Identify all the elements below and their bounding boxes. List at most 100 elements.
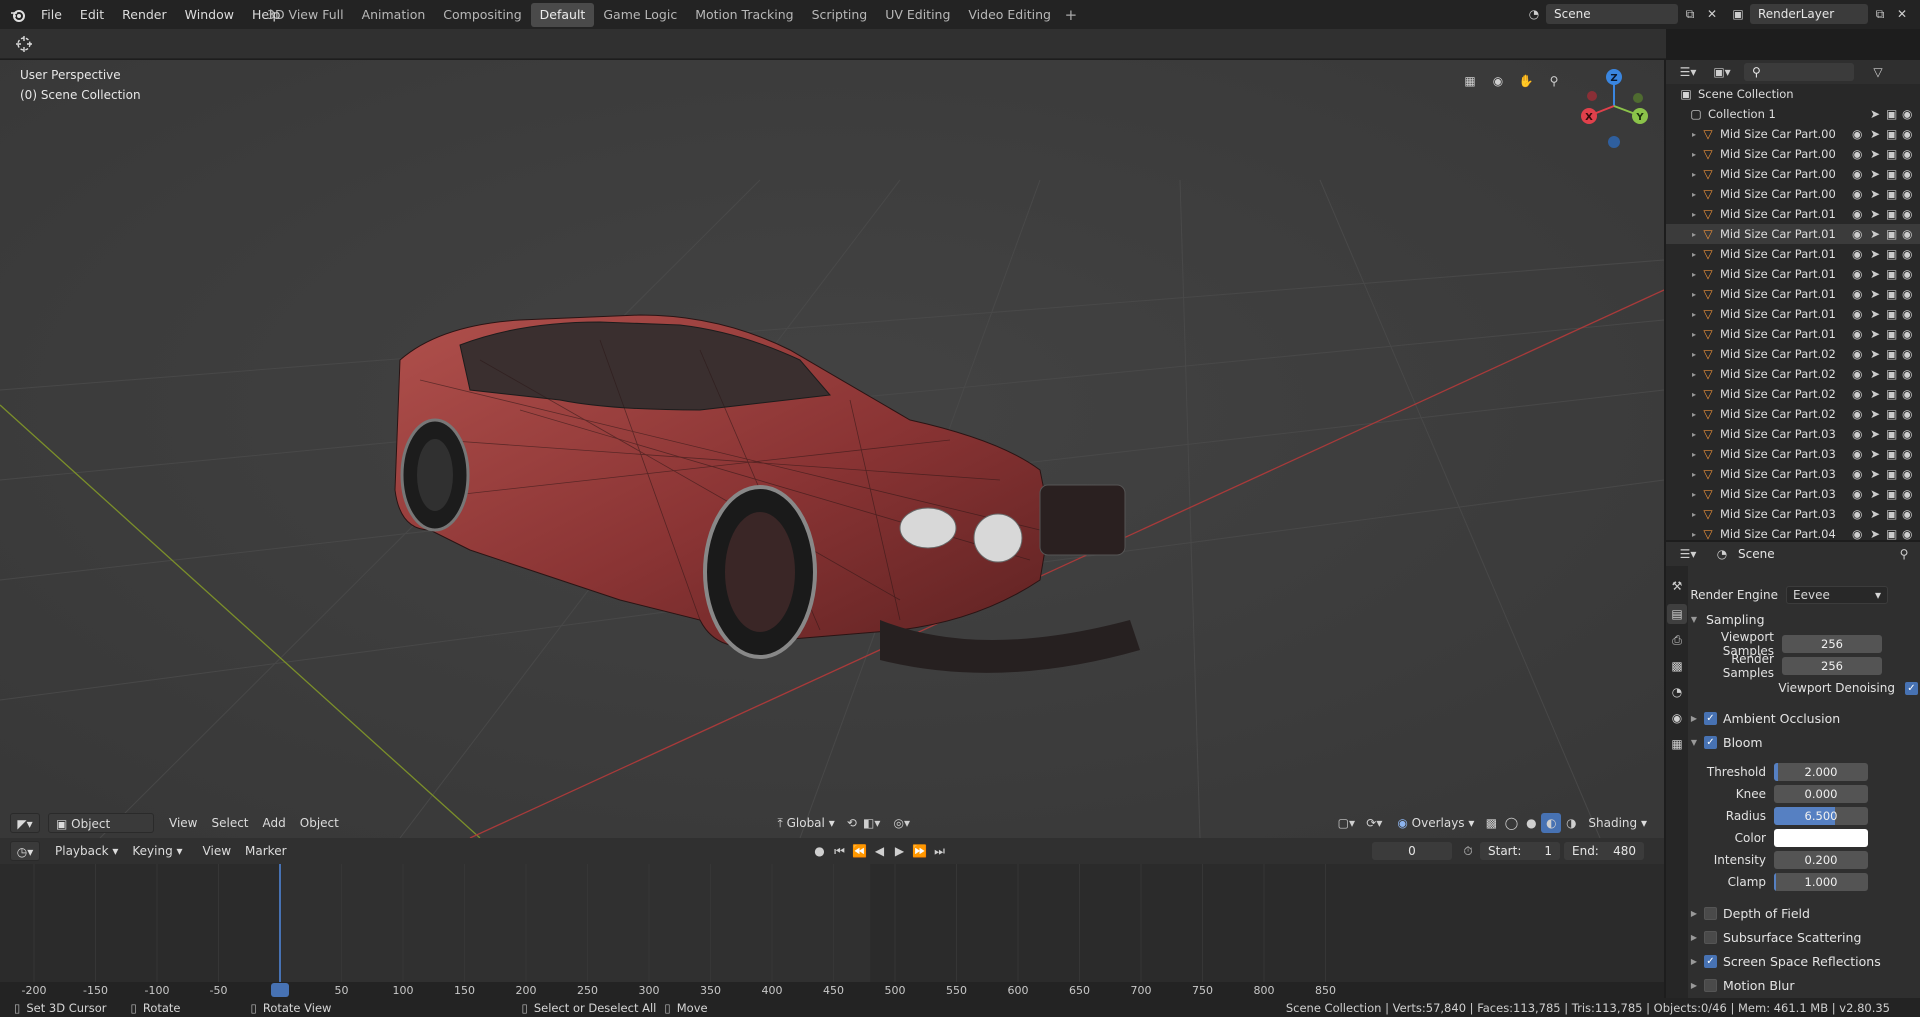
eye-icon[interactable]: ◉ [1852,507,1870,521]
select-arrow-icon[interactable]: ➤ [1870,507,1886,521]
jump-start-icon[interactable]: ⏮ [830,841,850,861]
render-toggle-icon[interactable]: ◉ [1902,167,1920,181]
start-frame-field[interactable]: Start: 1 [1480,842,1560,860]
render-toggle-icon[interactable]: ◉ [1902,127,1920,141]
select-arrow-icon[interactable]: ➤ [1870,327,1886,341]
eye-icon[interactable]: ◉ [1852,127,1870,141]
pin-icon[interactable]: ⚲ [1894,544,1914,564]
eye-icon[interactable]: ◉ [1852,447,1870,461]
eye-icon[interactable]: ◉ [1852,147,1870,161]
eye-icon[interactable]: ◉ [1852,227,1870,241]
eye-icon[interactable]: ◉ [1852,267,1870,281]
rendered-shading-icon[interactable]: ◑ [1561,813,1581,833]
menu-render[interactable]: Render [113,0,176,29]
pivot-icon[interactable]: ⟲ [842,813,862,833]
viewport-toggle-icon[interactable]: ▣ [1886,187,1902,201]
render-toggle-icon[interactable]: ◉ [1902,307,1920,321]
outliner-item[interactable]: ▸ ▽ Mid Size Car Part.02 ◉ ➤ ▣ ◉ [1666,344,1920,364]
outliner-item[interactable]: ▸ ▽ Mid Size Car Part.01 ◉ ➤ ▣ ◉ [1666,204,1920,224]
depth-of-field-checkbox[interactable] [1704,906,1717,920]
keying-menu[interactable]: Keying ▾ [125,841,189,861]
tab-3d-view-full[interactable]: 3D View Full [258,3,353,27]
intensity-slider[interactable]: 0.200 [1774,851,1868,869]
select-arrow-icon[interactable]: ➤ [1870,267,1886,281]
scene-field[interactable]: Scene [1546,4,1678,24]
eye-icon[interactable]: ◉ [1852,307,1870,321]
eye-icon[interactable]: ◉ [1852,347,1870,361]
wireframe-shading-icon[interactable]: ◯ [1501,813,1521,833]
object-menu[interactable]: Object [293,813,346,833]
outliner-item[interactable]: ▸ ▽ Mid Size Car Part.01 ◉ ➤ ▣ ◉ [1666,284,1920,304]
zoom-icon[interactable]: ⚲ [1544,71,1564,91]
snap-icon[interactable]: ◧▾ [862,813,882,833]
output-tab-icon[interactable]: ⎙ [1667,630,1687,650]
select-arrow-icon[interactable]: ➤ [1870,227,1886,241]
outliner-item[interactable]: ▸ ▽ Mid Size Car Part.00 ◉ ➤ ▣ ◉ [1666,144,1920,164]
subsurface-checkbox[interactable] [1704,930,1717,944]
select-arrow-icon[interactable]: ➤ [1870,407,1886,421]
viewport-toggle-icon[interactable]: ▣ [1886,127,1902,141]
render-toggle-icon[interactable]: ◉ [1902,187,1920,201]
viewport-toggle-icon[interactable]: ▣ [1886,247,1902,261]
delete-scene-icon[interactable]: ✕ [1702,4,1722,24]
viewport-samples-field[interactable]: 256 [1782,635,1882,653]
filter-icon[interactable]: ▽ [1868,62,1888,82]
render-toggle-icon[interactable]: ◉ [1902,107,1920,121]
view-menu[interactable]: View [162,813,204,833]
viewport-toggle-icon[interactable]: ▣ [1886,267,1902,281]
tab-compositing[interactable]: Compositing [434,3,530,27]
outliner-item[interactable]: ▸ ▽ Mid Size Car Part.02 ◉ ➤ ▣ ◉ [1666,364,1920,384]
3d-viewport[interactable]: Z X Y User Perspective (0) Scene Collect… [0,60,1664,838]
render-toggle-icon[interactable]: ◉ [1902,227,1920,241]
viewport-toggle-icon[interactable]: ▣ [1886,447,1902,461]
menu-file[interactable]: File [32,0,71,29]
tab-scripting[interactable]: Scripting [803,3,877,27]
ambient-occlusion-panel-header[interactable]: ▶ ✓ Ambient Occlusion [1688,707,1920,729]
depth-of-field-panel-header[interactable]: ▶ Depth of Field [1688,902,1920,924]
viewport-toggle-icon[interactable]: ▣ [1886,207,1902,221]
toggle-grid-icon[interactable]: ▦ [1460,71,1480,91]
eye-icon[interactable]: ◉ [1852,387,1870,401]
viewport-toggle-icon[interactable]: ▣ [1886,527,1902,540]
select-arrow-icon[interactable]: ➤ [1870,307,1886,321]
orientation-dropdown[interactable]: ⤒ Global ▾ [770,813,841,833]
end-frame-field[interactable]: End: 480 [1564,842,1644,860]
eye-icon[interactable]: ◉ [1852,187,1870,201]
overlays-button[interactable]: ◉ Overlays ▾ [1390,813,1481,833]
viewport-toggle-icon[interactable]: ▣ [1886,427,1902,441]
renderlayer-field[interactable]: RenderLayer [1750,4,1868,24]
select-arrow-icon[interactable]: ➤ [1870,287,1886,301]
outliner-item[interactable]: ▸ ▽ Mid Size Car Part.03 ◉ ➤ ▣ ◉ [1666,444,1920,464]
expand-arrow-icon[interactable]: ▸ [1688,330,1700,339]
eye-icon[interactable]: ◉ [1852,167,1870,181]
record-icon[interactable]: ● [810,841,830,861]
add-workspace-button[interactable]: + [1060,3,1082,27]
select-arrow-icon[interactable]: ➤ [1870,367,1886,381]
expand-arrow-icon[interactable]: ▸ [1688,430,1700,439]
texture-tab-icon[interactable]: ▦ [1667,734,1687,754]
editor-type-icon[interactable]: ◤▾ [10,813,40,833]
jump-keyframe-back-icon[interactable]: ⏪ [850,841,870,861]
expand-arrow-icon[interactable]: ▸ [1688,190,1700,199]
viewport-toggle-icon[interactable]: ▣ [1886,167,1902,181]
timeline-editor[interactable]: ◷▾ Playback ▾ Keying ▾ View Marker ● ⏮ ⏪… [0,838,1664,998]
camera-view-icon[interactable]: ◉ [1488,71,1508,91]
play-icon[interactable]: ▶ [890,841,910,861]
preview-range-icon[interactable]: ⏱ [1458,841,1478,861]
clamp-slider[interactable]: 1.000 [1774,873,1868,891]
jump-keyframe-forward-icon[interactable]: ⏩ [910,841,930,861]
expand-arrow-icon[interactable]: ▸ [1688,270,1700,279]
motion-blur-panel-header[interactable]: ▶ Motion Blur [1688,974,1920,996]
eye-icon[interactable]: ◉ [1852,287,1870,301]
expand-arrow-icon[interactable]: ▸ [1688,490,1700,499]
xray-icon[interactable]: ▩ [1481,813,1501,833]
eye-icon[interactable]: ◉ [1852,467,1870,481]
render-toggle-icon[interactable]: ◉ [1902,247,1920,261]
ssr-panel-header[interactable]: ▶ ✓ Screen Space Reflections [1688,950,1920,972]
eye-icon[interactable]: ◉ [1852,487,1870,501]
select-arrow-icon[interactable]: ➤ [1870,187,1886,201]
playback-menu[interactable]: Playback ▾ [48,841,125,861]
ssr-checkbox[interactable]: ✓ [1704,954,1717,968]
solid-shading-icon[interactable]: ● [1521,813,1541,833]
render-toggle-icon[interactable]: ◉ [1902,467,1920,481]
